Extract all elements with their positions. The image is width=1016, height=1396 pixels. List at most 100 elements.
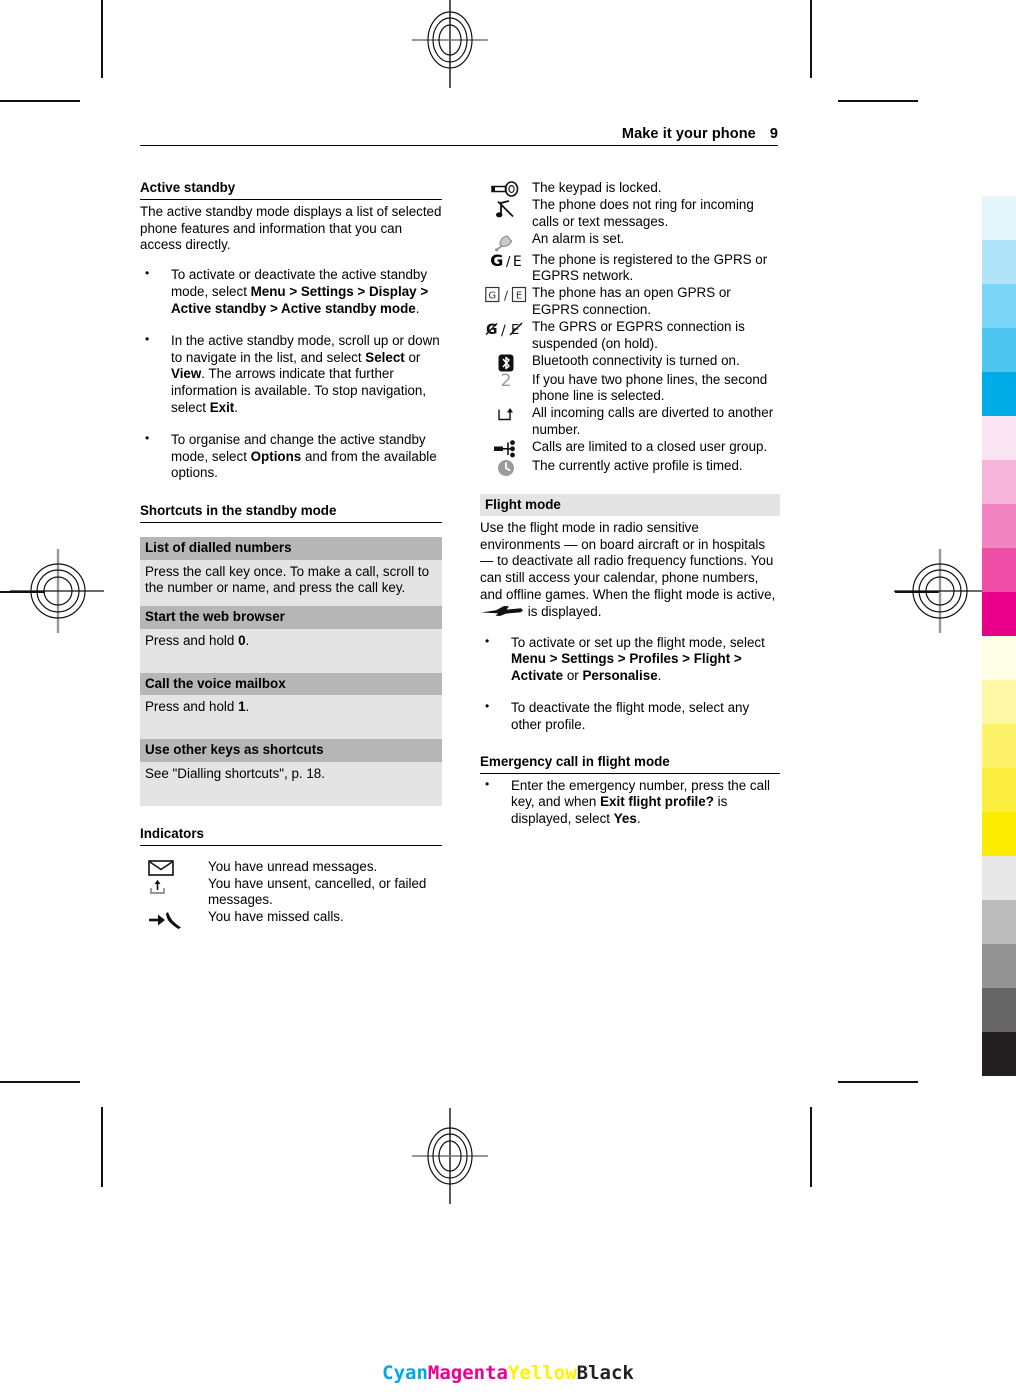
shortcut-row-description: Press and hold 1. bbox=[140, 695, 442, 740]
indicator-text: The keypad is locked. bbox=[532, 180, 662, 195]
shortcut-row-title: Call the voice mailbox bbox=[140, 672, 442, 696]
indicator-text: You have unsent, cancelled, or failed me… bbox=[208, 875, 427, 908]
bullet-item: To activate or set up the flight mode, s… bbox=[480, 634, 780, 685]
color-swatch-yellow-4 bbox=[982, 768, 1016, 812]
left-column: Active standby The active standby mode d… bbox=[140, 180, 442, 930]
silent-ringtone-icon bbox=[480, 197, 532, 220]
crop-mark-horizontal-top-right bbox=[838, 100, 918, 102]
ui-term: Active standby mode bbox=[281, 300, 416, 316]
crop-mark-vertical-top-left bbox=[101, 0, 103, 78]
ui-term: > bbox=[416, 284, 429, 300]
indicator-list-right: The keypad is locked. The phone does not… bbox=[480, 180, 780, 477]
flight-mode-body-after: is displayed. bbox=[524, 603, 602, 619]
ui-term: View bbox=[171, 366, 202, 382]
section-heading-indicators: Indicators bbox=[140, 826, 442, 846]
indicator-row: The phone does not ring for incoming cal… bbox=[480, 197, 780, 231]
shortcut-row-description: Press the call key once. To make a call,… bbox=[140, 559, 442, 607]
ui-term: Options bbox=[250, 448, 302, 464]
indicator-text: If you have two phone lines, the second … bbox=[532, 371, 768, 404]
color-swatch-magenta-1 bbox=[982, 416, 1016, 460]
indicator-text: You have unread messages. bbox=[208, 858, 378, 874]
ui-term: Personalise bbox=[582, 668, 658, 684]
cmyk-color-bar-caption: CyanMagentaYellowBlack bbox=[0, 1362, 1016, 1384]
crop-mark-vertical-bottom-right bbox=[810, 1107, 812, 1187]
text-run: or bbox=[563, 668, 583, 684]
indicator-row: You have unsent, cancelled, or failed me… bbox=[140, 876, 442, 910]
text-run: See "Dialling shortcuts", p. 18. bbox=[145, 765, 325, 781]
missed-call-icon bbox=[140, 909, 208, 930]
svg-text:E: E bbox=[516, 291, 522, 302]
right-column: The keypad is locked. The phone does not… bbox=[480, 180, 780, 930]
color-swatch-cyan-1 bbox=[982, 196, 1016, 240]
indicator-row: The currently active profile is timed. bbox=[480, 458, 780, 477]
text-run: To activate or set up the flight mode, s… bbox=[511, 634, 765, 650]
ui-term: Settings bbox=[300, 284, 354, 300]
ui-term: Display bbox=[368, 284, 417, 300]
text-run: To deactivate the flight mode, select an… bbox=[511, 700, 750, 732]
shortcut-row-title: Use other keys as shortcuts bbox=[140, 739, 442, 762]
emergency-bullets: Enter the emergency number, press the ca… bbox=[480, 776, 780, 828]
shortcut-row-description: See "Dialling shortcuts", p. 18. bbox=[140, 761, 442, 806]
keypad-lock-icon bbox=[480, 180, 532, 197]
gprs-egprs-open-icon: G / E bbox=[480, 285, 532, 303]
ui-term: Flight bbox=[693, 651, 731, 667]
color-swatch-cyan-3 bbox=[982, 284, 1016, 328]
color-control-strip bbox=[982, 0, 1016, 1396]
indicator-row: You have unread messages. bbox=[140, 859, 442, 876]
line-two-icon: 2 bbox=[500, 370, 512, 391]
indicator-row: You have missed calls. bbox=[140, 909, 442, 930]
indicator-row: Bluetooth connectivity is turned on. bbox=[480, 353, 780, 372]
ui-term: 1 bbox=[238, 699, 246, 715]
text-run: . bbox=[415, 300, 420, 316]
ui-term: Menu bbox=[250, 284, 286, 300]
text-run: . bbox=[636, 811, 641, 827]
call-divert-icon bbox=[480, 405, 532, 424]
airplane-icon bbox=[480, 605, 524, 622]
bullet-item: To organise and change the active standb… bbox=[140, 431, 442, 482]
color-swatch-yellow-2 bbox=[982, 680, 1016, 724]
crop-mark-vertical-top-right bbox=[810, 0, 812, 78]
indicator-row: An alarm is set. bbox=[480, 231, 780, 252]
ui-term: > bbox=[678, 651, 694, 667]
color-swatch-black-4 bbox=[982, 988, 1016, 1032]
document-page: Make it your phone 9 Active standby The a… bbox=[140, 126, 780, 930]
bullet-item: To deactivate the flight mode, select an… bbox=[480, 699, 780, 734]
section-heading-shortcuts: Shortcuts in the standby mode bbox=[140, 503, 442, 523]
flight-mode-body: Use the flight mode in radio sensitive e… bbox=[480, 520, 780, 622]
color-swatch-cyan-5 bbox=[982, 372, 1016, 416]
ui-term: > bbox=[266, 300, 282, 316]
ui-term: > bbox=[614, 651, 630, 667]
text-run: . bbox=[245, 632, 250, 648]
text-run: . bbox=[245, 699, 250, 715]
crop-mark-vertical-bottom-left bbox=[101, 1107, 103, 1187]
color-swatch-cyan-2 bbox=[982, 240, 1016, 284]
bullet-item: To activate or deactivate the active sta… bbox=[140, 266, 442, 317]
color-swatch-cyan-4 bbox=[982, 328, 1016, 372]
text-run: Press the call key once. To make a call,… bbox=[145, 563, 430, 596]
shortcut-row-title: Start the web browser bbox=[140, 606, 442, 629]
running-head-title: Make it your phone bbox=[621, 126, 756, 142]
indicator-list-left: You have unread messages. You have unsen… bbox=[140, 859, 442, 931]
indicator-text: Calls are limited to a closed user group… bbox=[532, 438, 768, 454]
indicator-row: 2 If you have two phone lines, the secon… bbox=[480, 372, 780, 406]
registration-target-top-icon bbox=[400, 0, 500, 90]
page-number: 9 bbox=[769, 126, 778, 142]
shortcuts-table: List of dialled numbers Press the call ke… bbox=[140, 537, 442, 806]
ui-term: Select bbox=[365, 349, 405, 365]
registration-target-right-icon bbox=[890, 541, 990, 641]
running-head: Make it your phone 9 bbox=[140, 126, 778, 146]
indicator-text: All incoming calls are diverted to anoth… bbox=[532, 405, 774, 437]
section-heading-flight-mode: Flight mode bbox=[480, 493, 780, 516]
ui-term: Activate bbox=[511, 668, 564, 684]
indicator-text: You have missed calls. bbox=[208, 909, 344, 925]
color-swatch-magenta-3 bbox=[982, 504, 1016, 548]
ui-term: Exit flight profile? bbox=[600, 794, 714, 810]
registration-target-left-icon bbox=[8, 541, 108, 641]
color-swatch-magenta-5 bbox=[982, 592, 1016, 636]
indicator-text: The phone has an open GPRS or EGPRS conn… bbox=[532, 285, 731, 318]
color-swatch-black-5 bbox=[982, 1032, 1016, 1076]
cmyk-label-yellow: Yellow bbox=[508, 1362, 577, 1384]
text-run: . bbox=[657, 668, 662, 684]
shortcut-row-title: List of dialled numbers bbox=[140, 537, 442, 560]
bullet-item: In the active standby mode, scroll up or… bbox=[140, 332, 442, 417]
